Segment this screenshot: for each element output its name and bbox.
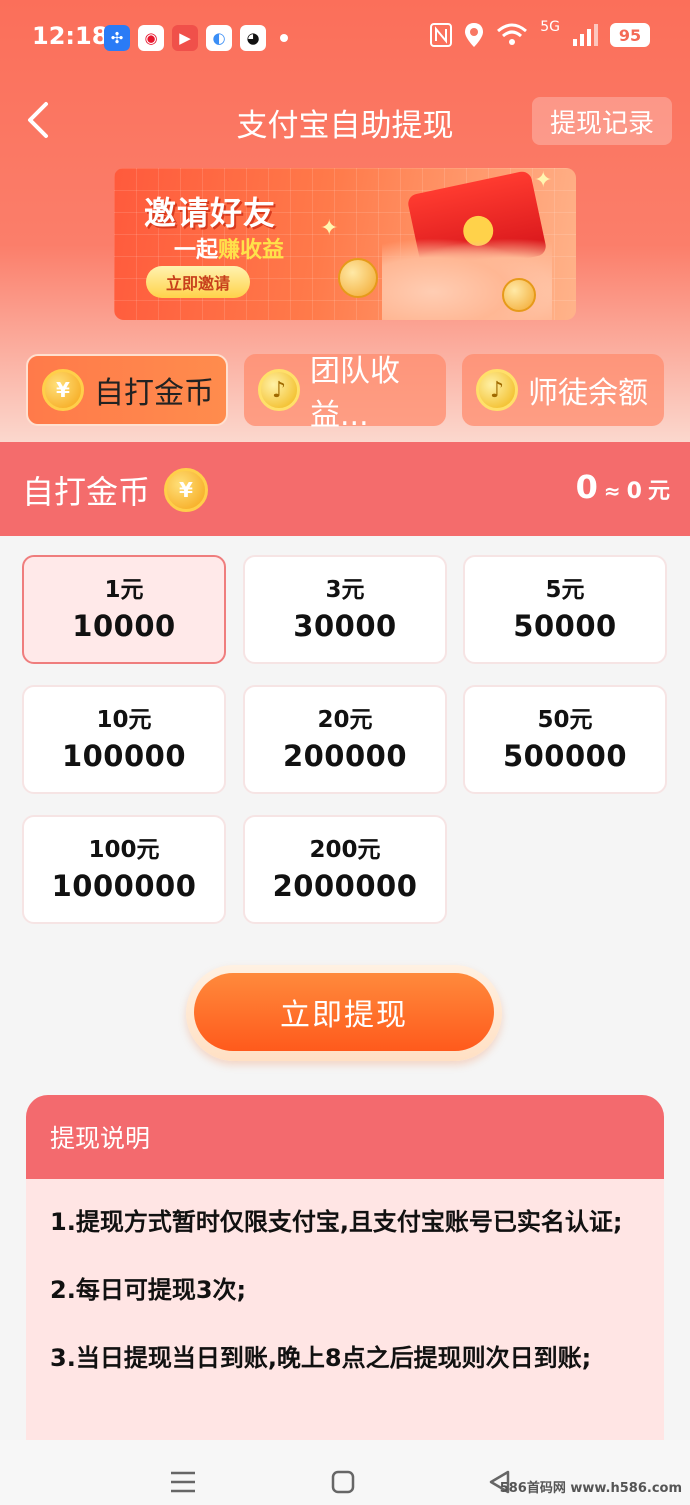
instructions-body: 1.提现方式暂时仅限支付宝,且支付宝账号已实名认证; 2.每日可提现3次; 3.… (26, 1179, 664, 1375)
coin-icon (502, 278, 536, 312)
network-type: 5G (540, 19, 560, 35)
menu-icon[interactable] (170, 1470, 196, 1494)
option-coins: 10000 (72, 608, 176, 643)
home-icon[interactable] (331, 1470, 355, 1494)
withdraw-button-frame: 立即提现 (186, 965, 502, 1061)
qq-app-icon: ◕ (240, 25, 266, 51)
more-dot-icon (280, 34, 288, 42)
instruction-item: 2.每日可提现3次; (50, 1276, 247, 1304)
coin-icon (338, 258, 378, 298)
withdraw-option[interactable]: 5元 50000 (463, 555, 667, 664)
approx-sign: ≈ (603, 479, 621, 503)
browser-app-icon: ◐ (206, 25, 232, 51)
fan-app-icon: ✣ (104, 25, 130, 51)
section-title: 自打金币 ¥ (22, 467, 209, 513)
withdraw-option[interactable]: 10元 100000 (22, 685, 226, 794)
withdraw-instructions: 提现说明 1.提现方式暂时仅限支付宝,且支付宝账号已实名认证; 2.每日可提现3… (26, 1095, 664, 1455)
option-coins: 2000000 (272, 868, 418, 903)
signal-icon (573, 24, 598, 46)
tab-team-earnings[interactable]: ♪ 团队收益... (244, 354, 446, 433)
notification-icons: ✣ ◉ ▶ ◐ ◕ (104, 25, 288, 51)
tab-label: 师徒余额 (528, 376, 648, 411)
battery-icon: 95 (610, 23, 650, 47)
withdraw-option[interactable]: 100元 1000000 (22, 815, 226, 924)
option-yuan: 50元 (537, 706, 593, 733)
balance: 0 ≈ 0 元 (576, 468, 670, 506)
withdraw-option[interactable]: 1元 10000 (22, 555, 226, 664)
watermark: 586首码网 www.h586.com (499, 1481, 682, 1496)
invite-now-button[interactable]: 立即邀请 (146, 266, 250, 298)
option-coins: 1000000 (51, 868, 197, 903)
coin-count: 0 (575, 468, 598, 506)
option-coins: 200000 (282, 738, 408, 773)
withdraw-option[interactable]: 200元 2000000 (243, 815, 447, 924)
location-icon (465, 23, 484, 47)
nfc-icon (430, 23, 453, 47)
yen-coin-icon: ¥ (42, 369, 84, 411)
option-yuan: 5元 (545, 576, 585, 603)
status-time: 12:18 (32, 22, 109, 50)
banner-subtitle: 一起赚收益 (174, 232, 284, 264)
option-yuan: 20元 (317, 706, 373, 733)
music-coin-icon: ♪ (476, 369, 518, 411)
instruction-item: 3.当日提现当日到账,晚上8点之后提现则次日到账; (50, 1344, 592, 1372)
tab-self-coins[interactable]: ¥ 自打金币 (26, 354, 228, 426)
banner-subtitle-highlight: 赚收益 (218, 238, 285, 263)
withdraw-record-button[interactable]: 提现记录 (532, 97, 672, 145)
sparkle-icon: ✦ (320, 216, 339, 241)
option-yuan: 10元 (96, 706, 152, 733)
option-coins: 100000 (61, 738, 187, 773)
tab-label: 团队收益... (310, 354, 400, 433)
section-title-text: 自打金币 (22, 473, 151, 511)
yen-coin-icon: ¥ (164, 468, 209, 512)
option-coins: 500000 (502, 738, 628, 773)
amount-value: 0 (626, 479, 642, 504)
status-bar: 12:18 ✣ ◉ ▶ ◐ ◕ 5G 95 (0, 0, 690, 78)
status-right: 5G 95 (430, 19, 650, 48)
music-coin-icon: ♪ (258, 369, 300, 411)
option-coins: 30000 (293, 608, 397, 643)
option-yuan: 100元 (88, 836, 160, 863)
option-yuan: 3元 (325, 576, 365, 603)
video-app-icon: ▶ (172, 25, 198, 51)
banner-title: 邀请好友 (144, 194, 277, 232)
instructions-title: 提现说明 (26, 1095, 664, 1179)
withdraw-now-button[interactable]: 立即提现 (194, 973, 494, 1051)
withdraw-option[interactable]: 3元 30000 (243, 555, 447, 664)
coin-balance-header: 自打金币 ¥ 0 ≈ 0 元 (0, 442, 690, 536)
withdraw-option[interactable]: 20元 200000 (243, 685, 447, 794)
tab-mentor-balance[interactable]: ♪ 师徒余额 (462, 354, 664, 426)
invite-banner[interactable]: 邀请好友 一起赚收益 立即邀请 ✦ ✦ (114, 168, 576, 320)
sparkle-icon: ✦ (534, 168, 553, 193)
instruction-item: 1.提现方式暂时仅限支付宝,且支付宝账号已实名认证; (50, 1208, 623, 1236)
banner-subtitle-prefix: 一起 (174, 238, 219, 263)
option-yuan: 1元 (104, 576, 144, 603)
option-coins: 50000 (513, 608, 617, 643)
withdraw-option[interactable]: 50元 500000 (463, 685, 667, 794)
option-yuan: 200元 (309, 836, 381, 863)
amount-unit: 元 (647, 479, 670, 504)
tab-label: 自打金币 (94, 376, 214, 411)
weibo-app-icon: ◉ (138, 25, 164, 51)
wifi-icon (497, 23, 528, 45)
